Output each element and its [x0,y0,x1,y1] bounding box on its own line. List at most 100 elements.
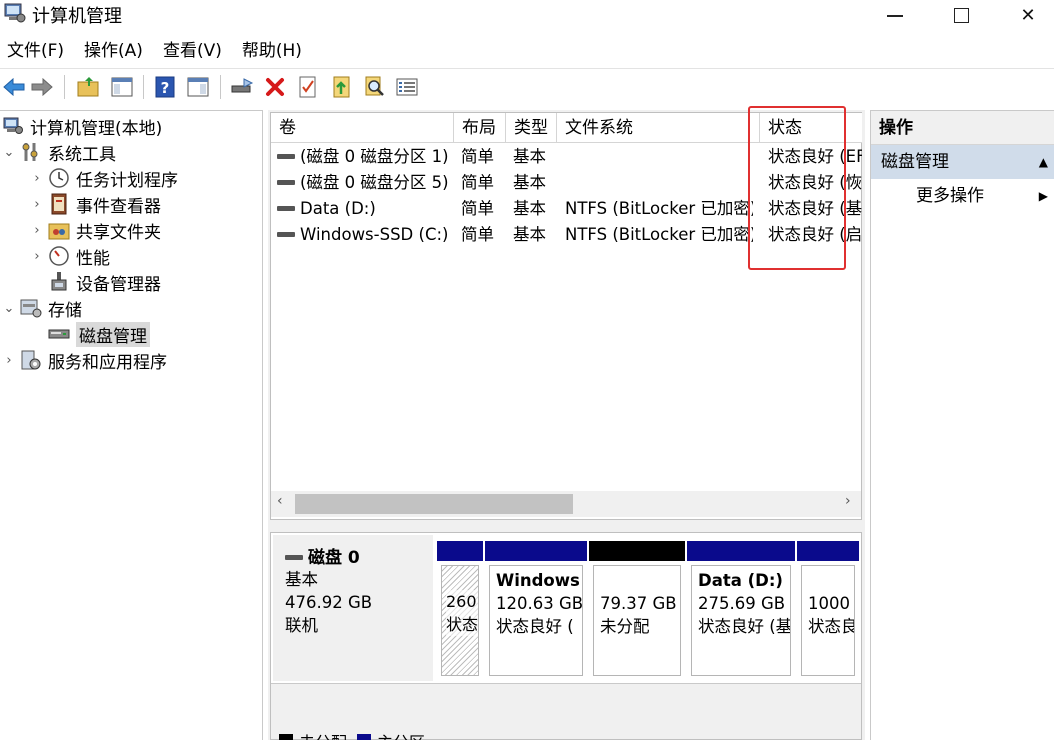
back-arrow-icon [3,78,25,96]
toolbar-separator [220,75,221,99]
toolbar: ? [0,68,1054,104]
chevron-right-icon[interactable]: › [30,197,44,212]
tree-item-performance[interactable]: › 性能 [30,243,110,269]
minimize-icon [887,15,903,17]
partition-efi[interactable]: 260 状态 [437,541,483,679]
scroll-thumb[interactable] [295,494,573,514]
tree-item-shared-folders[interactable]: › 共享文件夹 [30,217,161,243]
legend: 未分配 主分区 [279,729,425,740]
chevron-right-icon[interactable]: › [2,353,16,368]
menu-file[interactable]: 文件(F) [0,38,71,64]
column-header-layout[interactable]: 布局 [454,113,506,143]
actions-section-disk-management[interactable]: 磁盘管理 ▲ [871,145,1054,179]
forward-button[interactable] [30,75,54,99]
tree-label: 服务和应用程序 [48,352,167,373]
partition-body: Data (D:) 275.69 GB 状态良好 (基 [691,565,791,676]
horizontal-scrollbar[interactable]: ‹ › [271,491,861,517]
layout-cell: 简单 [461,199,494,218]
maximize-button[interactable] [928,0,994,30]
up-folder-button[interactable] [76,75,100,99]
layout-cell: 简单 [461,173,494,192]
maximize-icon [953,7,969,23]
partition-data[interactable]: Data (D:) 275.69 GB 状态良好 (基 [687,541,795,679]
partition-body: 79.37 GB 未分配 [593,565,681,676]
column-header-filesystem[interactable]: 文件系统 [557,113,760,143]
tree-item-disk-management[interactable]: 磁盘管理 [30,321,150,347]
menu-action[interactable]: 操作(A) [77,38,150,64]
back-button[interactable] [2,75,26,99]
legend-swatch-unallocated [279,734,293,740]
partition-bar [589,541,685,561]
search-button[interactable] [363,75,387,99]
connect-disk-button[interactable] [230,75,254,99]
filesystem-cell: NTFS (BitLocker 已加密) [565,199,753,218]
disk-kind: 基本 [285,570,318,589]
filesystem-cell: NTFS (BitLocker 已加密) [565,225,753,244]
window-title: 计算机管理 [32,6,122,27]
type-cell: 基本 [513,199,546,218]
scroll-left-icon[interactable]: ‹ [277,493,283,509]
column-header-type[interactable]: 类型 [506,113,557,143]
delete-button[interactable] [263,75,287,99]
disk-info-panel[interactable]: 磁盘 0 基本 476.92 GB 联机 [273,535,433,681]
event-viewer-icon [48,193,70,215]
show-action-pane-button[interactable] [186,75,210,99]
volume-name-cell: Data (D:) [277,196,455,222]
more-actions-item[interactable]: 更多操作 ▶ [871,179,1054,213]
storage-icon [20,298,42,318]
device-manager-icon [48,272,70,292]
partition-name [808,569,848,592]
chevron-right-icon[interactable]: › [30,171,44,186]
layout-cell: 简单 [461,225,494,244]
menu-view[interactable]: 查看(V) [156,38,229,64]
tree-item-system-tools[interactable]: ⌄ 系统工具 [2,139,116,165]
tree-item-storage[interactable]: ⌄ 存储 [2,295,82,321]
partition-size: 120.63 GB [496,594,583,613]
title-bar: 计算机管理 ✕ [0,0,1054,30]
type-cell: 基本 [513,173,546,192]
partition-bar [437,541,483,561]
partition-bar [485,541,587,561]
legend-swatch-primary [357,734,372,740]
tree-item-services-apps[interactable]: › 服务和应用程序 [2,347,167,373]
tree-item-event-viewer[interactable]: › 事件查看器 [30,191,161,217]
chevron-right-icon[interactable]: › [30,223,44,238]
services-apps-icon [20,350,42,370]
list-view-button[interactable] [395,75,419,99]
tree-item-task-scheduler[interactable]: › 任务计划程序 [30,165,178,191]
partition-size: 79.37 GB [600,594,677,613]
import-button[interactable] [330,75,354,99]
properties-button[interactable] [296,75,320,99]
partition-recovery[interactable]: 1000 状态良 [797,541,859,679]
minimize-button[interactable] [862,0,928,30]
tree-label: 计算机管理(本地) [30,118,163,139]
menu-help[interactable]: 帮助(H) [235,38,309,64]
partition-bar [797,541,859,561]
partition-windows[interactable]: Windows 120.63 GB 状态良好 ( [485,541,587,679]
tree-label: 共享文件夹 [76,222,161,243]
partition-name [600,569,674,592]
volume-icon [277,206,295,211]
tree-item-computer-management[interactable]: 计算机管理(本地) [0,113,162,139]
tree-item-device-manager[interactable]: 设备管理器 [30,269,161,295]
column-header-volume[interactable]: 卷 [271,113,454,143]
actions-header: 操作 [871,111,1054,145]
help-button[interactable]: ? [153,75,177,99]
chevron-down-icon[interactable]: ⌄ [2,145,16,160]
chevron-right-icon[interactable]: › [30,249,44,264]
close-button[interactable]: ✕ [995,0,1054,30]
chevron-down-icon[interactable]: ⌄ [2,301,16,316]
svg-text:?: ? [161,79,170,97]
collapse-up-icon[interactable]: ▲ [1039,145,1048,179]
partition-body: 1000 状态良 [801,565,855,676]
partition-unallocated[interactable]: 79.37 GB 未分配 [589,541,685,679]
volume-name: Windows-SSD (C:) [300,225,449,244]
show-hide-tree-button[interactable] [110,75,134,99]
partition-status: 未分配 [600,617,650,636]
close-icon: ✕ [1020,4,1036,26]
scroll-right-icon[interactable]: › [845,493,851,509]
toolbar-separator [143,75,144,99]
partition-bar [687,541,795,561]
tree-label: 设备管理器 [76,274,161,295]
partition-name: Data (D:) [698,571,783,590]
